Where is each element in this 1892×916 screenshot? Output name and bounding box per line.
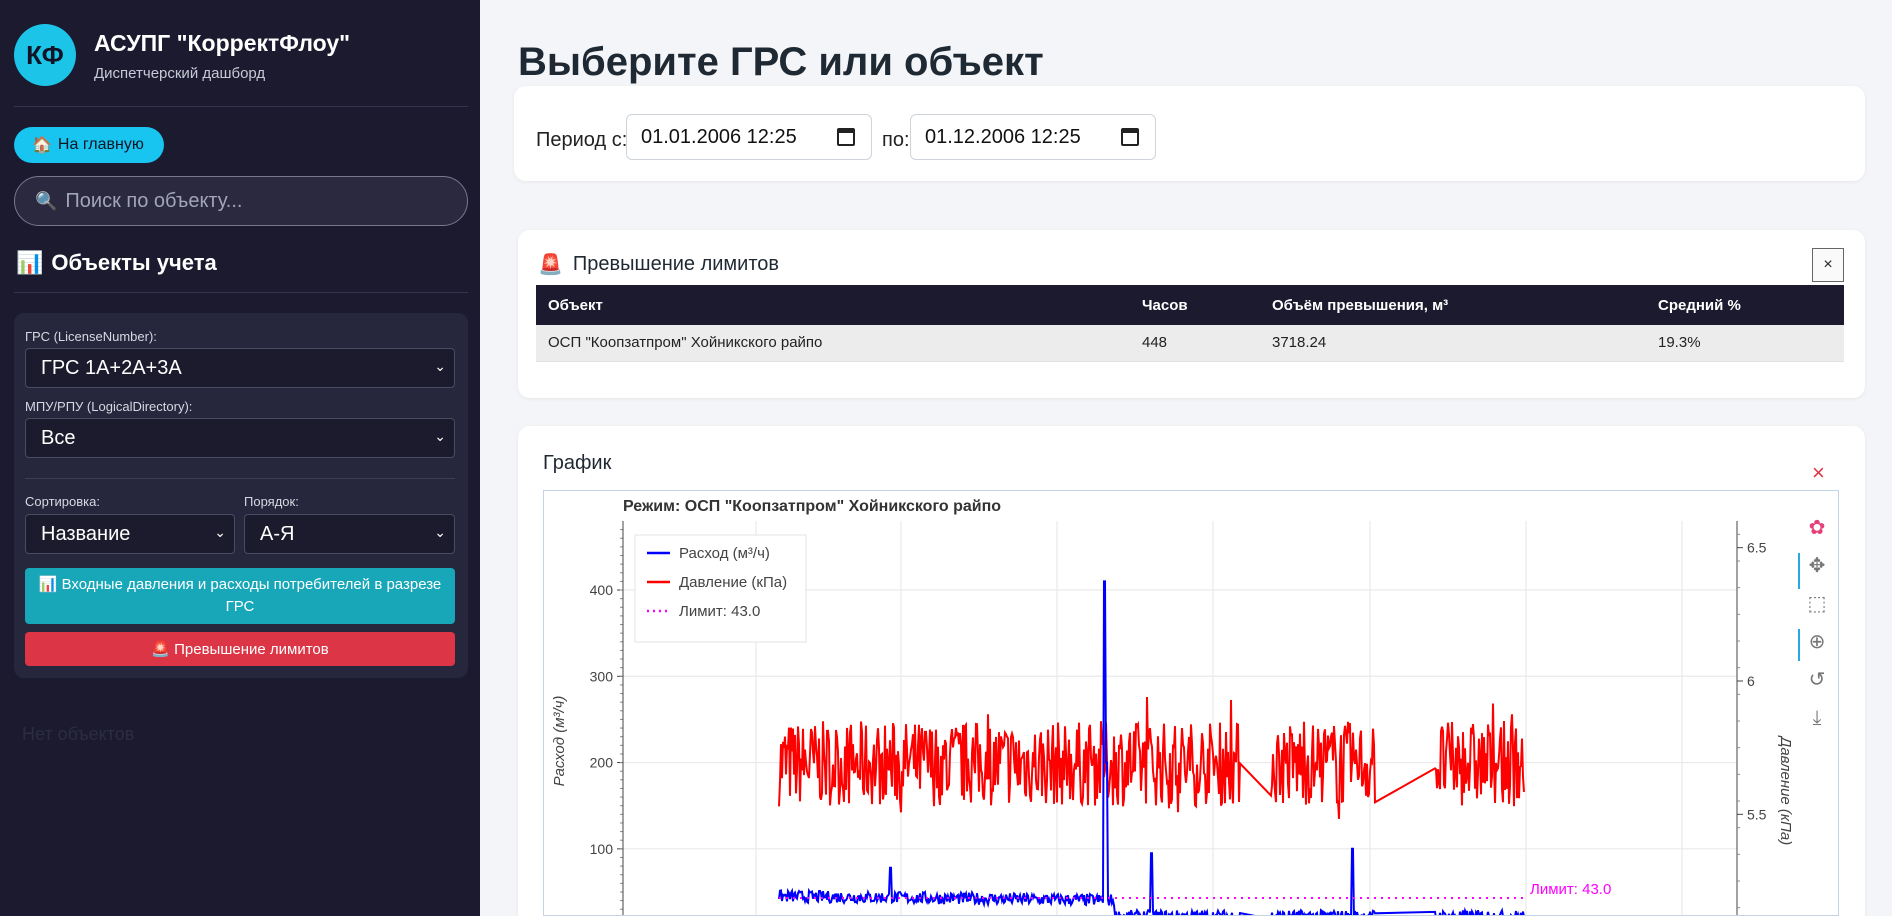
chevron-down-icon: ⌄ <box>434 524 446 540</box>
search-input[interactable] <box>65 189 446 213</box>
column-header[interactable]: Объём превышения, м³ <box>1260 285 1646 325</box>
logo: КФ <box>14 24 76 86</box>
limits-button-label: Превышение лимитов <box>174 640 329 658</box>
chart-icon: 📊 <box>38 576 58 593</box>
box-zoom-icon[interactable]: ⬚ <box>1808 591 1827 615</box>
y2-axis-tick-label: 5.5 <box>1747 806 1767 822</box>
filter-panel: ГРС (LicenseNumber): ГРС 1А+2А+3А ⌄ МПУ/… <box>14 313 468 678</box>
mpu-select-value: Все <box>41 426 76 449</box>
column-header[interactable]: Средний % <box>1646 285 1844 325</box>
table-row[interactable]: ОСП "Коопзатпром" Хойникского райпо 448 … <box>536 325 1844 362</box>
sort-label: Сортировка: <box>25 494 100 509</box>
grs-select[interactable]: ГРС 1А+2А+3А ⌄ <box>25 348 455 388</box>
chart-title: Режим: ОСП "Коопзатпром" Хойникского рай… <box>623 498 1001 515</box>
period-from-input[interactable]: 01.01.2006 12:25 <box>626 114 872 160</box>
legend-label: Давление (кПа) <box>679 574 787 591</box>
pressure-series-line <box>778 696 1525 819</box>
table-cell: 3718.24 <box>1260 325 1646 362</box>
search-icon: 🔍 <box>35 190 58 211</box>
calendar-icon[interactable] <box>837 128 855 146</box>
table-cell: ОСП "Коопзатпром" Хойникского райпо <box>536 325 1130 362</box>
y-axis-label: Расход (м³/ч) <box>551 696 568 787</box>
bokeh-logo-icon[interactable]: ✿ <box>1809 515 1826 539</box>
sidebar: КФ АСУПГ "КорректФлоу" Диспетчерский даш… <box>0 0 480 916</box>
table-cell: 448 <box>1130 325 1260 362</box>
app-subtitle: Диспетчерский дашборд <box>94 65 266 82</box>
limit-label: Лимит: 43.0 <box>1530 881 1611 898</box>
sort-select[interactable]: Название ⌄ <box>25 514 235 554</box>
close-icon[interactable]: × <box>1812 460 1825 486</box>
close-button[interactable]: × <box>1812 248 1844 282</box>
chevron-down-icon: ⌄ <box>214 524 226 540</box>
order-label: Порядок: <box>244 494 299 509</box>
empty-state: Нет объектов <box>22 724 135 744</box>
period-to-value: 01.12.2006 12:25 <box>925 125 1081 148</box>
limits-title: 🚨 Превышение лимитов <box>538 252 779 277</box>
siren-icon: 🚨 <box>538 254 563 276</box>
legend-label: Расход (м³/ч) <box>679 545 770 562</box>
chevron-down-icon: ⌄ <box>434 358 446 374</box>
grs-select-value: ГРС 1А+2А+3А <box>41 356 182 379</box>
chart-icon: 📊 <box>16 250 44 275</box>
section-title: 📊 Объекты учета <box>16 250 217 276</box>
section-title-text: Объекты учета <box>51 250 217 275</box>
search-box[interactable]: 🔍 <box>14 176 468 226</box>
home-button[interactable]: 🏠 На главную <box>14 127 164 163</box>
y2-axis-tick-label: 6 <box>1747 673 1755 689</box>
mpu-label: МПУ/РПУ (LogicalDirectory): <box>25 399 193 414</box>
limits-button[interactable]: 🚨 Превышение лимитов <box>25 632 455 666</box>
column-header[interactable]: Объект <box>536 285 1130 325</box>
divider <box>14 106 468 107</box>
calendar-icon[interactable] <box>1121 128 1139 146</box>
period-to-input[interactable]: 01.12.2006 12:25 <box>910 114 1156 160</box>
app-title: АСУПГ "КорректФлоу" <box>94 30 351 56</box>
graph-title: График <box>543 452 612 474</box>
table-cell: 19.3% <box>1646 325 1844 362</box>
mpu-select[interactable]: Все ⌄ <box>25 418 455 458</box>
limits-table: Объект Часов Объём превышения, м³ Средни… <box>536 285 1844 362</box>
y-axis-tick-label: 100 <box>590 841 614 857</box>
chart[interactable]: 010020030040055.566.5Режим: ОСП "Коопзат… <box>544 491 1839 916</box>
save-icon[interactable]: ⤓ <box>1813 705 1822 729</box>
y2-axis-label: Давление (кПа) <box>1777 735 1794 845</box>
plot-frame: 010020030040055.566.5Режим: ОСП "Коопзат… <box>543 490 1839 916</box>
grs-label: ГРС (LicenseNumber): <box>25 329 157 344</box>
report-button[interactable]: 📊 Входные давления и расходы потребителе… <box>25 568 455 624</box>
column-header[interactable]: Часов <box>1130 285 1260 325</box>
y-axis-tick-label: 200 <box>590 755 614 771</box>
report-button-label: Входные давления и расходы потребителей … <box>61 576 442 615</box>
period-from-label: Период с: <box>536 129 628 151</box>
chevron-down-icon: ⌄ <box>434 428 446 444</box>
divider <box>14 292 468 293</box>
legend-label: Лимит: 43.0 <box>679 603 760 620</box>
sort-select-value: Название <box>41 522 131 545</box>
home-button-label: На главную <box>57 136 144 153</box>
reset-icon[interactable]: ↺ <box>1809 667 1826 691</box>
wheel-zoom-icon[interactable]: ⊕ <box>1809 629 1826 653</box>
order-select[interactable]: А-Я ⌄ <box>244 514 455 554</box>
y-axis-tick-label: 300 <box>590 668 614 684</box>
siren-icon: 🚨 <box>151 641 170 658</box>
y2-axis-tick-label: 6.5 <box>1747 540 1767 556</box>
pan-icon[interactable]: ✥ <box>1809 553 1826 577</box>
period-from-value: 01.01.2006 12:25 <box>641 125 797 148</box>
home-icon: 🏠 <box>32 137 52 154</box>
y-axis-tick-label: 400 <box>590 582 614 598</box>
period-to-label: по: <box>882 129 910 151</box>
divider <box>25 478 455 479</box>
table-header-row: Объект Часов Объём превышения, м³ Средни… <box>536 285 1844 325</box>
page-title: Выберите ГРС или объект <box>518 40 1044 84</box>
limits-title-text: Превышение лимитов <box>572 253 780 275</box>
order-select-value: А-Я <box>260 522 295 545</box>
